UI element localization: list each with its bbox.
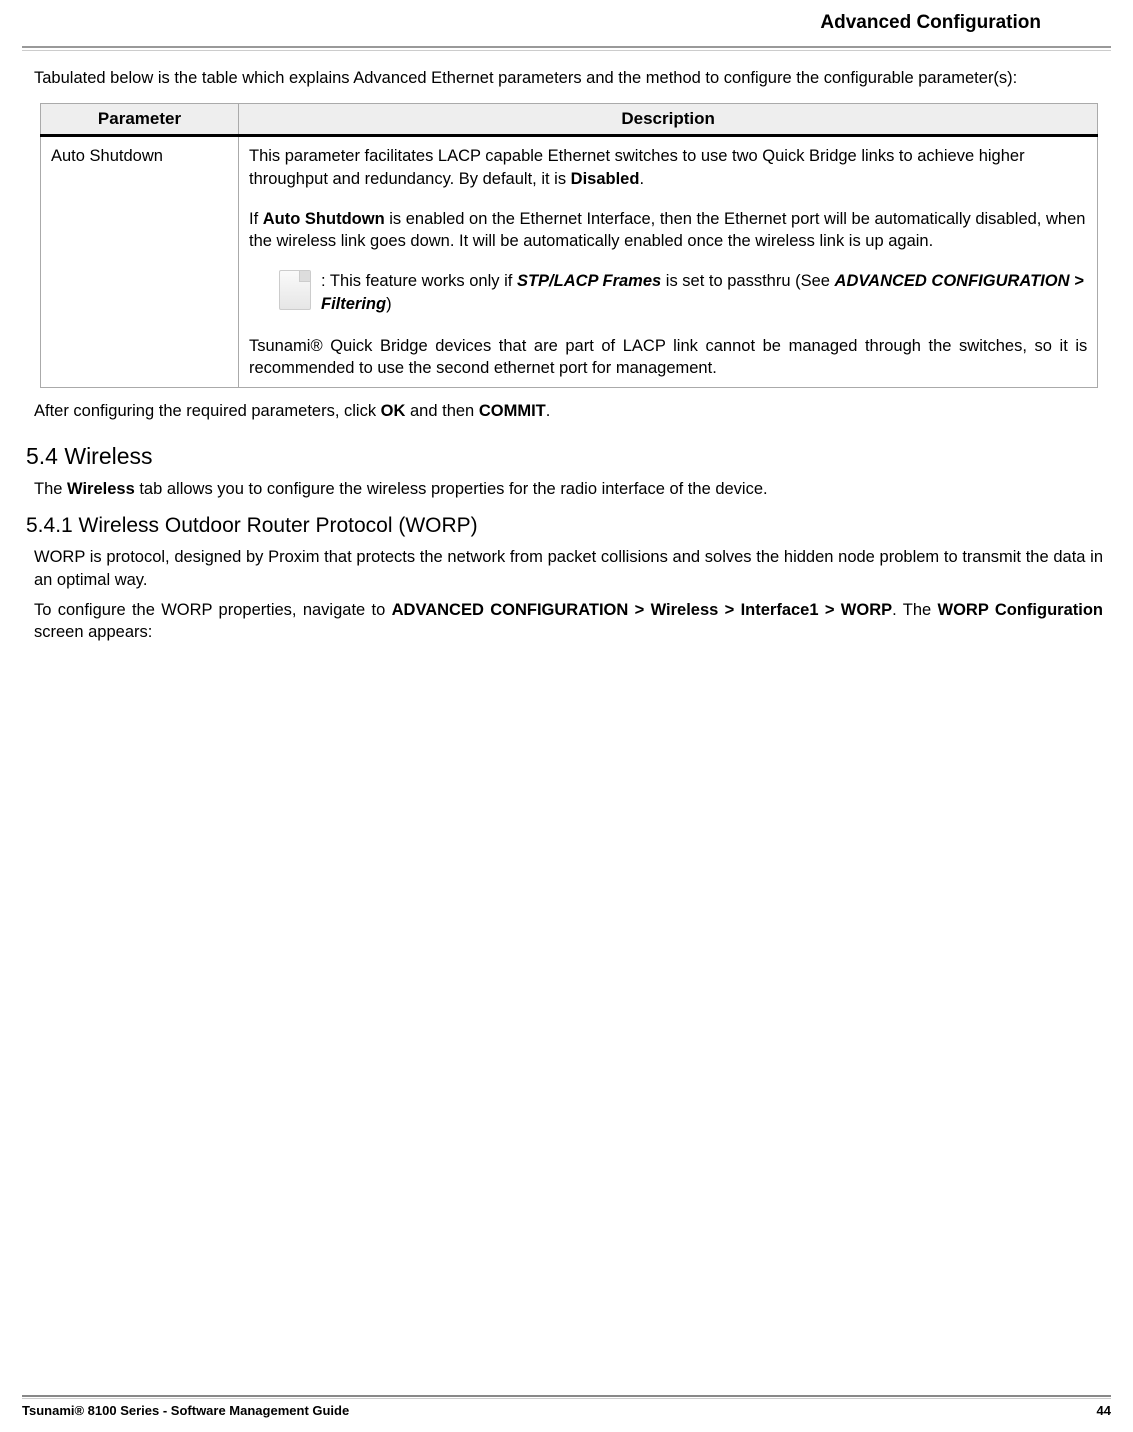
wireless-intro-paragraph: The Wireless tab allows you to configure…	[34, 478, 1103, 500]
table-header-row: Parameter Description	[41, 104, 1098, 136]
text: The	[34, 480, 67, 498]
nav-path: ADVANCED CONFIGURATION > Wireless > Inte…	[392, 601, 893, 619]
desc-para-2: If Auto Shutdown is enabled on the Ether…	[249, 208, 1087, 253]
footer-rule	[22, 1395, 1111, 1397]
note-block: : This feature works only if STP/LACP Fr…	[249, 270, 1087, 316]
parameter-table: Parameter Description Auto Shutdown This…	[40, 103, 1098, 388]
after-config-paragraph: After configuring the required parameter…	[34, 402, 1103, 421]
text: After configuring the required parameter…	[34, 402, 381, 420]
column-header-description: Description	[239, 104, 1098, 136]
worp-paragraph-1: WORP is protocol, designed by Proxim tha…	[34, 546, 1103, 591]
parameter-cell: Auto Shutdown	[41, 136, 239, 388]
text: If	[249, 210, 263, 228]
header-rule-thin	[22, 50, 1111, 51]
description-cell: This parameter facilitates LACP capable …	[239, 136, 1098, 388]
text: .	[639, 170, 644, 188]
text: is set to passthru (See	[661, 272, 834, 290]
wireless-tab-label: Wireless	[67, 480, 135, 498]
subsection-heading-worp: 5.4.1 Wireless Outdoor Router Protocol (…	[26, 514, 1107, 538]
header-rule	[22, 46, 1111, 48]
text: tab allows you to configure the wireless…	[135, 480, 768, 498]
stp-lacp-frames-label: STP/LACP Frames	[517, 272, 661, 290]
footer-rule-thin	[22, 1398, 1111, 1399]
page-number: 44	[1097, 1403, 1111, 1418]
page-header-title: Advanced Configuration	[22, 12, 1111, 34]
column-header-parameter: Parameter	[41, 104, 239, 136]
default-value: Disabled	[571, 170, 640, 188]
text: : This feature works only if	[321, 272, 517, 290]
intro-paragraph: Tabulated below is the table which expla…	[34, 67, 1103, 89]
note-icon	[279, 270, 311, 310]
desc-para-1: This parameter facilitates LACP capable …	[249, 145, 1087, 190]
section-heading-wireless: 5.4 Wireless	[26, 443, 1107, 470]
desc-para-3: Tsunami® Quick Bridge devices that are p…	[249, 335, 1087, 380]
commit-label: COMMIT	[479, 402, 546, 420]
text: .	[546, 402, 551, 420]
table-row: Auto Shutdown This parameter facilitates…	[41, 136, 1098, 388]
text: screen appears:	[34, 623, 152, 641]
feature-name: Auto Shutdown	[263, 210, 385, 228]
text: )	[386, 295, 392, 313]
worp-paragraph-2: To configure the WORP properties, naviga…	[34, 599, 1103, 644]
footer-guide-title: Tsunami® 8100 Series - Software Manageme…	[22, 1403, 349, 1418]
ok-label: OK	[381, 402, 406, 420]
screen-name: WORP Configuration	[938, 601, 1104, 619]
text: . The	[892, 601, 937, 619]
text: and then	[405, 402, 478, 420]
text: To configure the WORP properties, naviga…	[34, 601, 392, 619]
note-text: : This feature works only if STP/LACP Fr…	[321, 270, 1087, 316]
page-footer: Tsunami® 8100 Series - Software Manageme…	[22, 1395, 1111, 1418]
